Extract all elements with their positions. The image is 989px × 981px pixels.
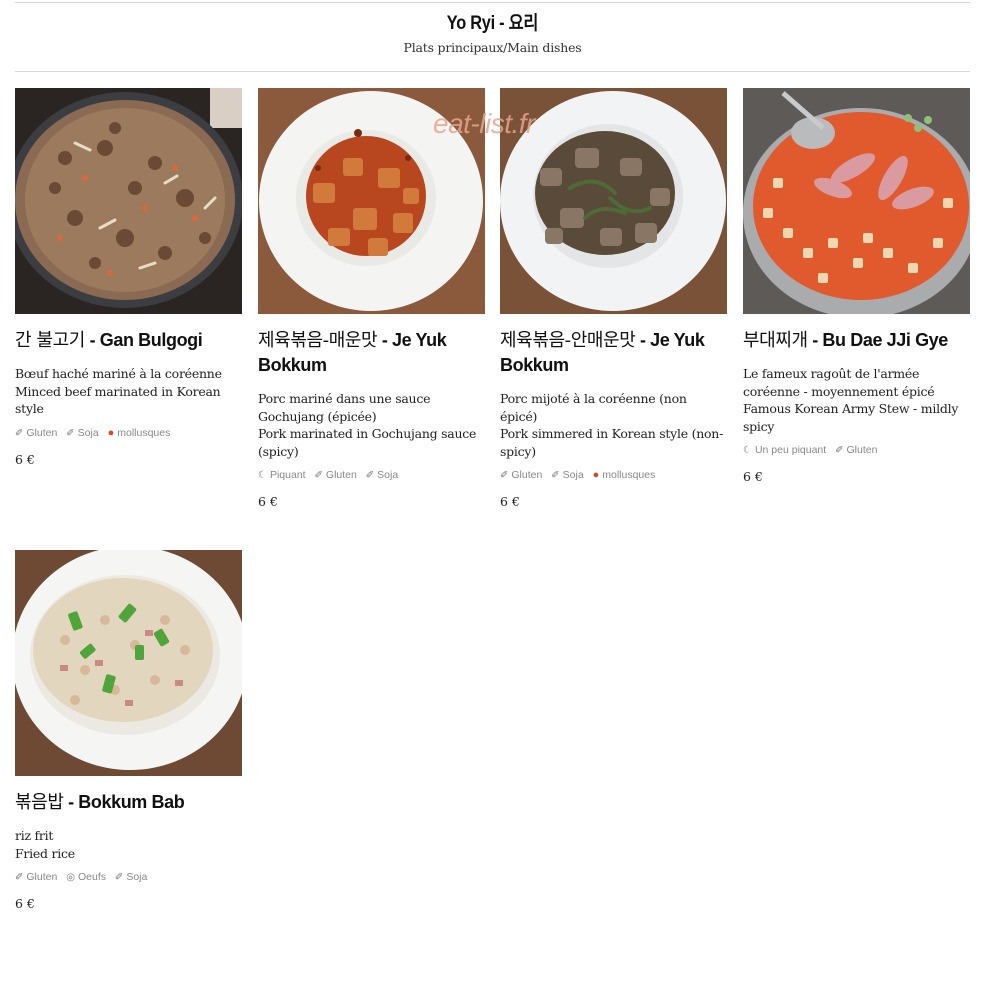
- allergen-item: ✐ Soja: [66, 426, 99, 439]
- description-en: Fried rice: [15, 845, 75, 861]
- description-fr: riz frit: [15, 828, 54, 843]
- dish-card-bu-dae-jji-gye[interactable]: 부대찌개 - Bu Dae JJi Gye Le fameux ragoût d…: [743, 88, 970, 484]
- leaf-icon: ✐: [114, 872, 124, 883]
- dish-price: 6 €: [500, 494, 520, 509]
- leaf-icon: ✐: [66, 427, 75, 439]
- header-divider: [15, 71, 970, 72]
- description-en: Pork simmered in Korean style (non-spicy…: [500, 426, 724, 459]
- section-header: Yo Ryi - 요리 Plats principaux/Main dishes: [15, 10, 970, 55]
- allergen-list: ✐ Gluten ◎ Oeufs ✐ Soja: [15, 870, 242, 885]
- description-en: Minced beef marinated in Korean style: [15, 383, 221, 417]
- allergen-item: ◎ Oeufs: [66, 871, 106, 883]
- allergen-item: ● mollusques: [107, 426, 171, 439]
- section-title: Yo Ryi - 요리: [446, 13, 539, 34]
- allergen-item: ☾ Un peu piquant: [743, 444, 827, 456]
- dish-name-korean: 제육볶음-안매운맛: [500, 330, 636, 351]
- section-subtitle: Plats principaux/Main dishes: [403, 40, 582, 55]
- dish-name-korean: 부대찌개: [743, 330, 808, 351]
- allergen-item: ✐ Soja: [551, 469, 584, 481]
- dish-photo-gan-bulgogi[interactable]: [15, 88, 242, 314]
- dish-name-latin: - Bokkum Bab: [63, 792, 185, 812]
- dish-photo-bu-dae-jji-gye[interactable]: [743, 88, 970, 314]
- dish-name: 간 불고기 - Gan Bulgogi: [15, 328, 242, 353]
- dish-description: Bœuf haché mariné à la coréenne Minced b…: [15, 365, 242, 418]
- watermark: eat-list.fr: [433, 108, 535, 139]
- allergen-list: ☾ Un peu piquant ✐ Gluten: [743, 443, 970, 458]
- dish-card-je-yuk-bokkum-spicy[interactable]: 제육볶음-매운맛 - Je Yuk Bokkum Porc mariné dan…: [258, 88, 485, 509]
- mollusc-icon: ●: [592, 469, 600, 481]
- allergen-item: ✐ Soja: [365, 469, 399, 481]
- allergen-list: ✐ Gluten ✐ Soja ● mollusques: [15, 426, 242, 441]
- allergen-item: ✐ Soja: [114, 871, 148, 883]
- egg-icon: ◎: [66, 872, 75, 883]
- allergen-list: ☾ Piquant ✐ Gluten ✐ Soja: [258, 468, 485, 483]
- leaf-icon: ✐: [500, 470, 509, 481]
- description-fr: Porc mijoté à la coréenne (non épicé): [500, 391, 687, 424]
- pepper-icon: ☾: [258, 470, 267, 481]
- leaf-icon: ✐: [15, 872, 24, 883]
- leaf-icon: ✐: [551, 470, 560, 481]
- allergen-item: ☾ Piquant: [258, 469, 306, 481]
- dish-name-korean: 간 불고기: [15, 330, 85, 351]
- dish-description: Le fameux ragoût de l'armée coréenne - m…: [743, 365, 970, 435]
- description-fr: Porc mariné dans une sauce Gochujang (ép…: [258, 391, 431, 424]
- dish-name-latin: - Gan Bulgogi: [84, 330, 203, 350]
- dish-name-korean: 볶음밥: [15, 792, 64, 813]
- allergen-item: ● mollusques: [592, 469, 656, 481]
- pepper-icon: ☾: [743, 445, 752, 456]
- allergen-list: ✐ Gluten ✐ Soja ● mollusques: [500, 468, 727, 483]
- leaf-icon: ✐: [365, 470, 375, 481]
- dish-card-je-yuk-bokkum-mild[interactable]: 제육볶음-안매운맛 - Je Yuk Bokkum Porc mijoté à …: [500, 88, 727, 509]
- top-divider: [15, 2, 970, 3]
- dish-description: riz frit Fried rice: [15, 827, 242, 862]
- dish-price: 6 €: [258, 494, 278, 509]
- dish-card-gan-bulgogi[interactable]: 간 불고기 - Gan Bulgogi Bœuf haché mariné à …: [15, 88, 242, 467]
- dish-card-bokkum-bab[interactable]: 볶음밥 - Bokkum Bab riz frit Fried rice ✐ Gl…: [15, 550, 242, 911]
- description-en: Famous Korean Army Stew - mildly spicy: [743, 401, 959, 434]
- allergen-item: ✐ Gluten: [835, 444, 878, 456]
- leaf-icon: ✐: [15, 427, 24, 439]
- dish-price: 6 €: [743, 469, 763, 484]
- dish-photo-bokkum-bab[interactable]: [15, 550, 242, 776]
- description-fr: Le fameux ragoût de l'armée coréenne - m…: [743, 366, 935, 399]
- description-en: Pork marinated in Gochujang sauce (spicy…: [258, 426, 477, 459]
- dish-name: 부대찌개 - Bu Dae JJi Gye: [743, 328, 970, 353]
- dish-name-korean: 제육볶음-매운맛: [258, 330, 378, 351]
- leaf-icon: ✐: [835, 445, 844, 456]
- dish-description: Porc mariné dans une sauce Gochujang (ép…: [258, 390, 485, 460]
- dish-name-latin: - Bu Dae JJi Gye: [807, 330, 948, 350]
- dish-name: 볶음밥 - Bokkum Bab: [15, 790, 242, 815]
- leaf-icon: ✐: [314, 470, 323, 481]
- dish-name: 제육볶음-매운맛 - Je Yuk Bokkum: [258, 328, 485, 378]
- mollusc-icon: ●: [107, 426, 115, 439]
- allergen-item: ✐ Gluten: [15, 871, 58, 883]
- dish-price: 6 €: [15, 896, 35, 911]
- dish-description: Porc mijoté à la coréenne (non épicé) Po…: [500, 390, 727, 460]
- description-fr: Bœuf haché mariné à la coréenne: [15, 366, 222, 381]
- allergen-item: ✐ Gluten: [15, 426, 58, 439]
- dish-price: 6 €: [15, 451, 35, 467]
- allergen-item: ✐ Gluten: [314, 469, 357, 481]
- dish-name: 제육볶음-안매운맛 - Je Yuk Bokkum: [500, 328, 727, 378]
- allergen-item: ✐ Gluten: [500, 469, 543, 481]
